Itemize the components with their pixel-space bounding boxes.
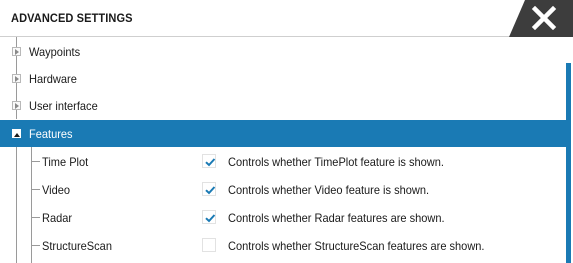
checkmark-icon <box>205 186 216 195</box>
tree-branch-line <box>31 217 40 218</box>
feature-description: Controls whether Video feature is shown. <box>228 183 430 197</box>
expand-icon[interactable] <box>12 74 21 83</box>
structurescan-checkbox[interactable] <box>202 238 216 252</box>
close-x-icon <box>531 6 557 30</box>
tree-item-features[interactable]: Features <box>0 120 566 147</box>
settings-tree: Waypoints Hardware User interface Featur… <box>0 37 566 263</box>
checkmark-icon <box>205 214 216 223</box>
feature-description: Controls whether Radar features are show… <box>228 211 445 225</box>
video-checkbox[interactable] <box>202 182 216 196</box>
expand-icon[interactable] <box>12 101 21 110</box>
feature-label: StructureScan <box>42 239 112 253</box>
tree-item-hardware[interactable]: Hardware <box>0 65 566 92</box>
dialog-header: ADVANCED SETTINGS <box>0 0 573 37</box>
feature-row-video: Video Controls whether Video feature is … <box>0 176 566 203</box>
feature-row-time-plot: Time Plot Controls whether TimePlot feat… <box>0 148 566 175</box>
tree-item-label: Hardware <box>29 72 77 86</box>
vertical-scrollbar[interactable] <box>566 63 571 263</box>
feature-description: Controls whether TimePlot feature is sho… <box>228 155 444 169</box>
dialog-title: ADVANCED SETTINGS <box>11 11 133 25</box>
tree-item-label: Features <box>29 127 73 141</box>
tree-item-user-interface[interactable]: User interface <box>0 92 566 119</box>
checkmark-icon <box>205 158 216 167</box>
tree-item-label: User interface <box>29 99 98 113</box>
tree-branch-line <box>31 245 40 246</box>
close-button[interactable] <box>509 0 573 37</box>
collapse-icon[interactable] <box>12 129 21 138</box>
advanced-settings-dialog: ADVANCED SETTINGS Waypoints Hardware Use… <box>0 0 573 263</box>
feature-description: Controls whether StructureScan features … <box>228 239 485 253</box>
feature-label: Time Plot <box>42 155 89 169</box>
feature-label: Video <box>42 183 71 197</box>
feature-row-radar: Radar Controls whether Radar features ar… <box>0 204 566 231</box>
radar-checkbox[interactable] <box>202 210 216 224</box>
time-plot-checkbox[interactable] <box>202 154 216 168</box>
expand-icon[interactable] <box>12 47 21 56</box>
tree-branch-line <box>31 161 40 162</box>
feature-label: Radar <box>42 211 73 225</box>
tree-item-waypoints[interactable]: Waypoints <box>0 38 566 65</box>
feature-row-structurescan: StructureScan Controls whether Structure… <box>0 232 566 259</box>
tree-item-label: Waypoints <box>29 45 81 59</box>
tree-branch-line <box>31 189 40 190</box>
